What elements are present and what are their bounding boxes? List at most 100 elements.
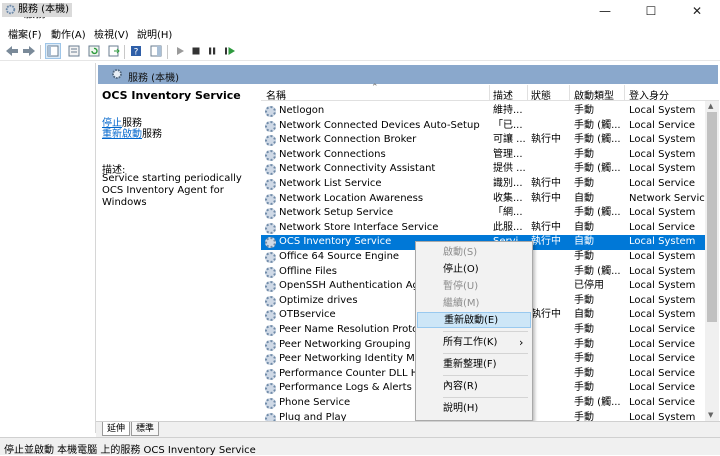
service-row[interactable]: Network Connections 管理... 手動 Local System	[261, 148, 706, 163]
context-separator	[443, 331, 528, 332]
cell-status: 執行中	[531, 178, 561, 189]
refresh-icon[interactable]	[86, 43, 102, 59]
cell-description: 管理...	[493, 148, 523, 160]
service-gear-icon	[265, 179, 276, 190]
cell-startup-type: 手動	[574, 367, 594, 379]
cell-logon-as: Local Service	[629, 367, 696, 379]
cell-description: 維持...	[493, 105, 523, 116]
cell-name: Network Setup Service	[279, 207, 394, 219]
service-gear-icon	[265, 252, 276, 263]
cell-startup-type: 手動 (觸...	[574, 397, 621, 408]
restart-service-icon[interactable]	[222, 43, 238, 59]
maximize-button[interactable]: ☐	[628, 0, 674, 23]
cell-status: 執行中	[531, 221, 561, 233]
column-header-description[interactable]: 描述	[493, 87, 513, 102]
context-pause[interactable]: 暫停(U)	[417, 279, 531, 295]
panel-header-title: 服務 (本機)	[128, 73, 179, 84]
service-row[interactable]: Network Location Awareness 收集... 執行中 自動 Netw…	[261, 192, 706, 207]
cell-name: Network Connected Devices Auto-Setup	[279, 119, 480, 131]
service-gear-icon	[265, 135, 276, 147]
service-gear-icon	[265, 383, 276, 395]
back-arrow-icon[interactable]	[4, 43, 20, 59]
service-gear-icon	[265, 120, 276, 132]
help-icon[interactable]: ?	[128, 43, 144, 59]
start-service-icon[interactable]	[172, 43, 188, 59]
service-row[interactable]: Network List Service 識別... 執行中 手動 Local Serv…	[261, 177, 706, 192]
pause-service-icon[interactable]	[204, 43, 220, 59]
cell-startup-type: 手動	[574, 294, 594, 306]
tab-standard[interactable]: 標準	[131, 422, 160, 436]
minimize-button[interactable]: —	[582, 0, 628, 23]
context-separator	[443, 353, 528, 354]
cell-startup-type: 手動	[574, 382, 594, 394]
close-button[interactable]: ✕	[674, 0, 720, 23]
export-list-icon[interactable]	[106, 43, 122, 59]
column-header-status[interactable]: 狀態	[531, 87, 551, 102]
service-gear-icon	[265, 237, 276, 249]
properties-sheet-icon[interactable]	[66, 43, 82, 59]
cell-logon-as: Network Service	[629, 192, 705, 204]
toolbar-separator	[124, 45, 125, 59]
show-hide-action-pane-icon[interactable]	[148, 43, 164, 59]
menu-help[interactable]: 說明(H)	[137, 26, 172, 41]
cell-name: Network Connection Broker	[279, 134, 417, 146]
cell-logon-as: Local System	[629, 236, 696, 248]
tree-item-services-local[interactable]: 服務 (本機)	[2, 3, 72, 17]
cell-startup-type: 手動	[574, 105, 594, 116]
menu-action[interactable]: 動作(A)	[51, 26, 86, 41]
restart-service-suffix: 服務	[142, 129, 162, 140]
menu-file[interactable]: 檔案(F)	[8, 26, 42, 41]
cell-logon-as: Local Service	[629, 178, 696, 189]
cell-startup-type: 手動	[574, 148, 594, 160]
context-resume[interactable]: 繼續(M)	[417, 296, 531, 312]
service-row[interactable]: Network Store Interface Service 此服... 執行中 自…	[261, 221, 706, 236]
service-row[interactable]: Network Connection Broker 可讓 ... 執行中 手動 (觸.…	[261, 133, 706, 148]
context-refresh[interactable]: 重新整理(F)	[417, 357, 531, 373]
context-stop[interactable]: 停止(O)	[417, 262, 531, 278]
svg-text:?: ?	[134, 48, 139, 58]
cell-description: 「已...	[493, 119, 523, 131]
cell-startup-type: 自動	[574, 221, 594, 233]
console-tree-icon[interactable]	[45, 43, 61, 59]
column-header-startup-type[interactable]: 啟動類型	[574, 87, 614, 102]
cell-status: 執行中	[531, 192, 561, 204]
scroll-down-icon[interactable]: ▼	[708, 411, 713, 419]
service-row[interactable]: Network Setup Service 「網... 手動 (觸... Local …	[261, 206, 706, 221]
sort-ascending-icon: ⌃	[371, 83, 379, 93]
service-row[interactable]: Netlogon 維持... 手動 Local System	[261, 104, 706, 119]
cell-name: Network Connectivity Assistant	[279, 163, 436, 175]
scroll-up-icon[interactable]: ▲	[708, 102, 713, 110]
cell-logon-as: Local Service	[629, 324, 696, 335]
forward-arrow-icon[interactable]	[21, 43, 37, 59]
cell-startup-type: 手動	[574, 251, 594, 262]
console-tree	[0, 63, 96, 433]
tab-extended[interactable]: 延伸	[102, 422, 131, 436]
column-separator	[624, 85, 625, 100]
service-gear-icon	[265, 398, 276, 409]
stop-service-icon[interactable]	[188, 43, 204, 59]
restart-service-link[interactable]: 重新啟動	[102, 129, 142, 140]
column-separator	[489, 85, 490, 100]
cell-logon-as: Local Service	[629, 119, 696, 131]
scrollbar-thumb[interactable]	[707, 112, 717, 322]
cell-logon-as: Local System	[629, 251, 696, 262]
restart-service-line: 重新啟動服務	[102, 125, 162, 140]
context-help[interactable]: 說明(H)	[417, 401, 531, 417]
cell-logon-as: Local Service	[629, 397, 696, 408]
service-gear-icon	[265, 295, 276, 307]
cell-name: Network Store Interface Service	[279, 221, 439, 233]
service-gear-icon	[265, 266, 276, 278]
context-start[interactable]: 啟動(S)	[417, 245, 531, 261]
context-properties[interactable]: 內容(R)	[417, 379, 531, 395]
column-separator	[527, 85, 528, 100]
service-row[interactable]: Network Connectivity Assistant 提供 ... 手動 (…	[261, 162, 706, 177]
cell-startup-type: 手動	[574, 338, 594, 350]
cell-startup-type: 已停用	[574, 280, 604, 292]
menu-view[interactable]: 檢視(V)	[94, 26, 129, 41]
panel-header	[98, 65, 718, 84]
column-header-logon-as[interactable]: 登入身分	[629, 87, 669, 102]
column-header-name[interactable]: 名稱	[266, 87, 286, 102]
context-all-tasks[interactable]: 所有工作(K)	[417, 335, 531, 351]
service-row[interactable]: Network Connected Devices Auto-Setup 「已..…	[261, 119, 706, 134]
context-restart[interactable]: 重新啟動(E)	[417, 312, 531, 328]
